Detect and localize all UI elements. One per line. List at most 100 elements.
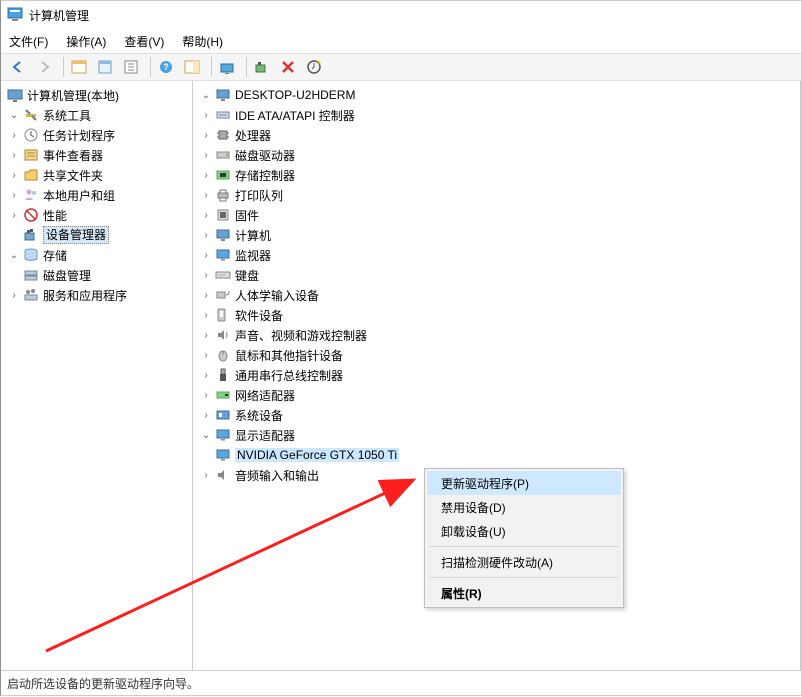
menu-action[interactable]: 操作(A) <box>66 33 106 50</box>
expand-toggle[interactable]: › <box>199 208 213 222</box>
device-tree[interactable]: ⌄ DESKTOP-U2HDERM › IDE ATA/ATAPI 控制器 › 处理… <box>193 81 800 489</box>
tree-root-label[interactable]: 计算机管理(本地) <box>27 87 119 104</box>
app-icon <box>7 6 23 25</box>
hid-icon <box>215 287 231 303</box>
device-computer-label[interactable]: DESKTOP-U2HDERM <box>235 88 355 102</box>
expand-toggle[interactable]: › <box>199 388 213 402</box>
expand-toggle[interactable]: › <box>7 208 21 222</box>
device-ide-label[interactable]: IDE ATA/ATAPI 控制器 <box>235 107 355 124</box>
toolbar-separator <box>211 57 212 77</box>
performance-icon <box>23 207 39 223</box>
ctx-properties[interactable]: 属性(R) <box>427 581 621 605</box>
tree-diskmgmt-label[interactable]: 磁盘管理 <box>43 267 91 284</box>
update-driver-button[interactable] <box>216 56 238 78</box>
scan-hardware-button[interactable] <box>251 56 273 78</box>
tree-devmgr-label[interactable]: 设备管理器 <box>43 226 109 244</box>
context-menu: 更新驱动程序(P) 禁用设备(D) 卸载设备(U) 扫描检测硬件改动(A) 属性… <box>424 468 624 608</box>
export-button[interactable] <box>120 56 142 78</box>
expand-toggle[interactable]: › <box>199 368 213 382</box>
nav-forward-button[interactable] <box>33 56 55 78</box>
device-gpu-label[interactable]: NVIDIA GeForce GTX 1050 Ti <box>235 448 399 462</box>
help-button[interactable]: ? <box>155 56 177 78</box>
svg-text:?: ? <box>163 62 169 72</box>
expand-toggle[interactable]: › <box>199 268 213 282</box>
expand-toggle[interactable]: › <box>7 148 21 162</box>
device-software-label[interactable]: 软件设备 <box>235 307 283 324</box>
tree-systools-label[interactable]: 系统工具 <box>43 107 91 124</box>
expand-toggle[interactable]: › <box>199 308 213 322</box>
firmware-icon <box>215 207 231 223</box>
action-pane-button[interactable] <box>181 56 203 78</box>
ctx-disable-device[interactable]: 禁用设备(D) <box>427 495 621 519</box>
toolbar-separator <box>63 57 64 77</box>
disable-button[interactable] <box>303 56 325 78</box>
tree-storage-label[interactable]: 存储 <box>43 247 67 264</box>
menu-file[interactable]: 文件(F) <box>9 33 48 50</box>
tree-tasksched-label[interactable]: 任务计划程序 <box>43 127 115 144</box>
tree-localusers-label[interactable]: 本地用户和组 <box>43 187 115 204</box>
menu-bar: 文件(F) 操作(A) 查看(V) 帮助(H) <box>1 29 801 53</box>
expand-toggle[interactable]: › <box>199 128 213 142</box>
toolbar-separator <box>150 57 151 77</box>
tree-eventviewer-label[interactable]: 事件查看器 <box>43 147 103 164</box>
expand-toggle[interactable]: › <box>199 148 213 162</box>
device-printq-label[interactable]: 打印队列 <box>235 187 283 204</box>
expand-toggle[interactable]: ⌄ <box>199 88 213 102</box>
expand-toggle[interactable]: › <box>7 168 21 182</box>
ctx-update-driver[interactable]: 更新驱动程序(P) <box>427 471 621 495</box>
ctx-separator <box>429 546 619 547</box>
device-computers-label[interactable]: 计算机 <box>235 227 271 244</box>
sound-icon <box>215 327 231 343</box>
expand-toggle[interactable]: › <box>199 188 213 202</box>
toolbar-separator <box>246 57 247 77</box>
storage-icon <box>23 247 39 263</box>
device-storagectrl-label[interactable]: 存储控制器 <box>235 167 295 184</box>
device-system-label[interactable]: 系统设备 <box>235 407 283 424</box>
uninstall-button[interactable] <box>277 56 299 78</box>
device-firmware-label[interactable]: 固件 <box>235 207 259 224</box>
expand-toggle[interactable]: › <box>199 328 213 342</box>
device-network-label[interactable]: 网络适配器 <box>235 387 295 404</box>
expand-toggle[interactable]: ⌄ <box>199 428 213 442</box>
show-hide-tree-button[interactable] <box>68 56 90 78</box>
computer-management-window: 计算机管理 文件(F) 操作(A) 查看(V) 帮助(H) ? 计 <box>0 0 802 696</box>
expand-toggle[interactable]: › <box>199 168 213 182</box>
expand-toggle[interactable]: › <box>7 188 21 202</box>
tree-shared-label[interactable]: 共享文件夹 <box>43 167 103 184</box>
tool-bar: ? <box>1 53 801 81</box>
expand-toggle[interactable]: › <box>199 228 213 242</box>
menu-view[interactable]: 查看(V) <box>124 33 164 50</box>
computer-category-icon <box>215 227 231 243</box>
expand-toggle[interactable]: ⌄ <box>7 108 21 122</box>
expand-toggle[interactable]: › <box>199 248 213 262</box>
tree-services-label[interactable]: 服务和应用程序 <box>43 287 127 304</box>
device-usb-label[interactable]: 通用串行总线控制器 <box>235 367 343 384</box>
menu-help[interactable]: 帮助(H) <box>182 33 223 50</box>
expand-toggle[interactable]: › <box>199 108 213 122</box>
nav-back-button[interactable] <box>7 56 29 78</box>
expand-toggle[interactable]: › <box>7 128 21 142</box>
tree-perf-label[interactable]: 性能 <box>43 207 67 224</box>
expand-toggle[interactable]: ⌄ <box>7 248 21 262</box>
device-monitors-label[interactable]: 监视器 <box>235 247 271 264</box>
expand-toggle[interactable]: › <box>199 408 213 422</box>
device-mouse-label[interactable]: 鼠标和其他指针设备 <box>235 347 343 364</box>
device-audio-label[interactable]: 音频输入和输出 <box>235 467 319 484</box>
ctx-uninstall-device[interactable]: 卸载设备(U) <box>427 519 621 543</box>
expand-toggle[interactable]: › <box>199 288 213 302</box>
expand-toggle[interactable]: › <box>199 348 213 362</box>
expand-toggle[interactable]: › <box>199 468 213 482</box>
device-sound-label[interactable]: 声音、视频和游戏控制器 <box>235 327 367 344</box>
content-area: 计算机管理(本地) ⌄ 系统工具 › 任务计划程序 › 事件查看器 <box>1 81 801 671</box>
console-tree[interactable]: 计算机管理(本地) ⌄ 系统工具 › 任务计划程序 › 事件查看器 <box>3 85 190 305</box>
print-queue-icon <box>215 187 231 203</box>
device-hid-label[interactable]: 人体学输入设备 <box>235 287 319 304</box>
expand-toggle[interactable]: › <box>7 288 21 302</box>
properties-button[interactable] <box>94 56 116 78</box>
device-cpu-label[interactable]: 处理器 <box>235 127 271 144</box>
disk-management-icon <box>23 267 39 283</box>
device-keyboards-label[interactable]: 键盘 <box>235 267 259 284</box>
device-display-label[interactable]: 显示适配器 <box>235 427 295 444</box>
device-diskdrive-label[interactable]: 磁盘驱动器 <box>235 147 295 164</box>
ctx-scan-hardware[interactable]: 扫描检测硬件改动(A) <box>427 550 621 574</box>
